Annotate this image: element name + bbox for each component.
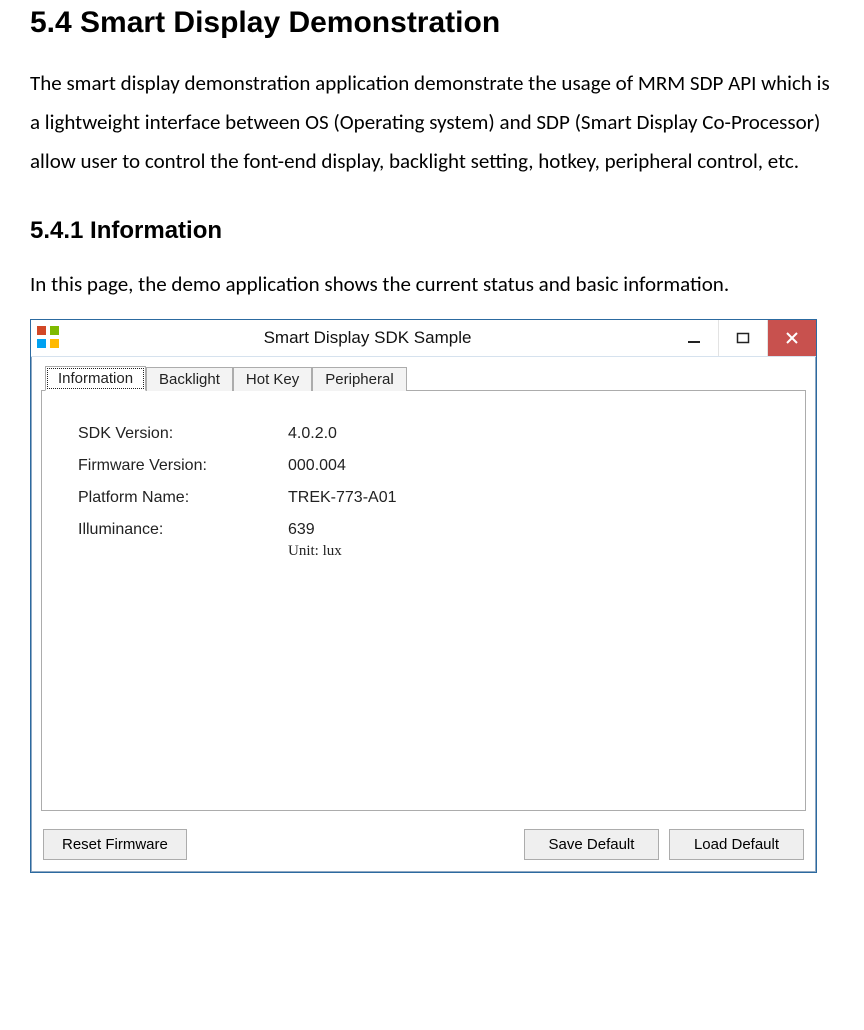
info-label: Firmware Version: [78,457,288,475]
info-row: Platform Name:TREK-773-A01 [78,489,779,507]
info-row: SDK Version:4.0.2.0 [78,425,779,443]
close-button[interactable] [768,320,816,356]
tab-backlight[interactable]: Backlight [146,367,233,391]
tab-panel-information: SDK Version:4.0.2.0Firmware Version:000.… [41,391,806,811]
info-row: Illuminance:639 [78,521,779,539]
spacer [187,829,524,860]
app-icon [37,326,59,348]
info-value: TREK-773-A01 [288,489,779,507]
section-heading: 5.4 Smart Display Demonstration [30,6,834,40]
illuminance-unit: Unit: lux [288,543,779,560]
info-label: Illuminance: [78,521,288,539]
footer-buttons: Reset Firmware Save Default Load Default [31,821,816,872]
close-icon [785,331,799,345]
info-label: SDK Version: [78,425,288,443]
tab-hot-key[interactable]: Hot Key [233,367,312,391]
app-window: Smart Display SDK Sample InformationBack… [30,319,817,873]
tabstrip: InformationBacklightHot KeyPeripheral [41,365,806,391]
window-title: Smart Display SDK Sample [65,328,670,348]
window-controls [670,320,816,356]
reset-firmware-button[interactable]: Reset Firmware [43,829,187,860]
maximize-button[interactable] [718,320,768,356]
subsection-heading: 5.4.1 Information [30,217,834,245]
tab-peripheral[interactable]: Peripheral [312,367,406,391]
maximize-icon [736,331,750,345]
tab-information[interactable]: Information [45,366,146,391]
titlebar: Smart Display SDK Sample [31,320,816,357]
section-intro: The smart display demonstration applicat… [30,64,834,181]
info-value: 639 [288,521,779,539]
info-value: 000.004 [288,457,779,475]
save-default-button[interactable]: Save Default [524,829,659,860]
window-client-area: InformationBacklightHot KeyPeripheral SD… [31,357,816,821]
load-default-button[interactable]: Load Default [669,829,804,860]
subsection-intro: In this page, the demo application shows… [30,265,834,304]
info-value: 4.0.2.0 [288,425,779,443]
minimize-button[interactable] [670,320,718,356]
minimize-icon [687,331,701,345]
info-label: Platform Name: [78,489,288,507]
info-row: Firmware Version:000.004 [78,457,779,475]
